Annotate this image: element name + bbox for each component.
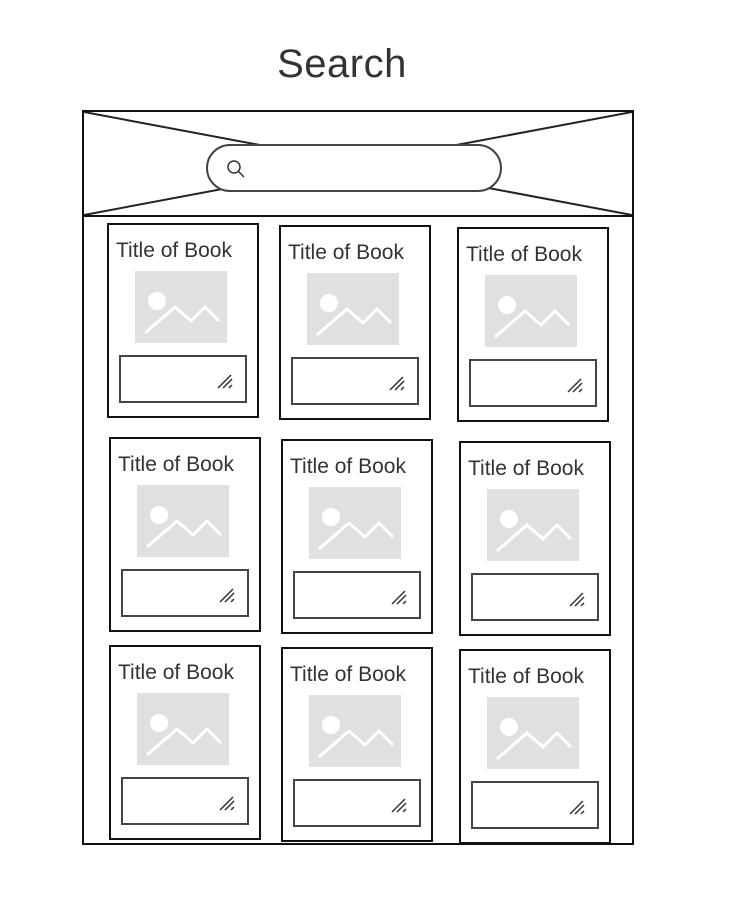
book-title: Title of Book xyxy=(118,453,234,476)
resize-handle-icon[interactable] xyxy=(389,795,409,815)
resize-handle-icon[interactable] xyxy=(567,589,587,609)
page-title: Search xyxy=(277,42,407,86)
book-card[interactable]: Title of Book xyxy=(281,647,433,842)
book-notes-textarea[interactable] xyxy=(121,569,249,617)
book-title: Title of Book xyxy=(290,455,406,478)
book-title: Title of Book xyxy=(466,243,582,266)
image-placeholder-icon xyxy=(135,271,227,343)
book-notes-textarea[interactable] xyxy=(121,777,249,825)
book-notes-textarea[interactable] xyxy=(291,357,419,405)
image-placeholder-icon xyxy=(309,487,401,559)
image-placeholder-icon xyxy=(485,275,577,347)
book-card[interactable]: Title of Book xyxy=(459,649,611,844)
book-notes-textarea[interactable] xyxy=(471,573,599,621)
book-card[interactable]: Title of Book xyxy=(107,223,259,418)
book-card[interactable]: Title of Book xyxy=(457,227,609,422)
book-title: Title of Book xyxy=(468,665,584,688)
book-notes-textarea[interactable] xyxy=(293,779,421,827)
search-input[interactable] xyxy=(256,154,490,184)
book-title: Title of Book xyxy=(468,457,584,480)
image-placeholder-icon xyxy=(487,697,579,769)
book-notes-textarea[interactable] xyxy=(293,571,421,619)
resize-handle-icon[interactable] xyxy=(217,793,237,813)
image-placeholder-icon xyxy=(307,273,399,345)
image-placeholder-icon xyxy=(137,485,229,557)
resize-handle-icon[interactable] xyxy=(389,587,409,607)
book-card[interactable]: Title of Book xyxy=(109,645,261,840)
resize-handle-icon[interactable] xyxy=(217,585,237,605)
book-title: Title of Book xyxy=(288,241,404,264)
book-card[interactable]: Title of Book xyxy=(459,441,611,636)
book-card[interactable]: Title of Book xyxy=(279,225,431,420)
resize-handle-icon[interactable] xyxy=(565,375,585,395)
book-notes-textarea[interactable] xyxy=(471,781,599,829)
resize-handle-icon[interactable] xyxy=(387,373,407,393)
book-title: Title of Book xyxy=(290,663,406,686)
book-card[interactable]: Title of Book xyxy=(281,439,433,634)
image-placeholder-icon xyxy=(309,695,401,767)
banner-image-placeholder xyxy=(84,112,632,217)
image-placeholder-icon xyxy=(487,489,579,561)
search-icon xyxy=(227,160,245,178)
book-title: Title of Book xyxy=(116,239,232,262)
search-results-frame: Title of Book Title of Book Title of Boo… xyxy=(82,110,634,845)
book-title: Title of Book xyxy=(118,661,234,684)
image-placeholder-icon xyxy=(137,693,229,765)
book-card[interactable]: Title of Book xyxy=(109,437,261,632)
resize-handle-icon[interactable] xyxy=(215,371,235,391)
book-notes-textarea[interactable] xyxy=(119,355,247,403)
book-notes-textarea[interactable] xyxy=(469,359,597,407)
search-box[interactable] xyxy=(206,144,502,192)
resize-handle-icon[interactable] xyxy=(567,797,587,817)
